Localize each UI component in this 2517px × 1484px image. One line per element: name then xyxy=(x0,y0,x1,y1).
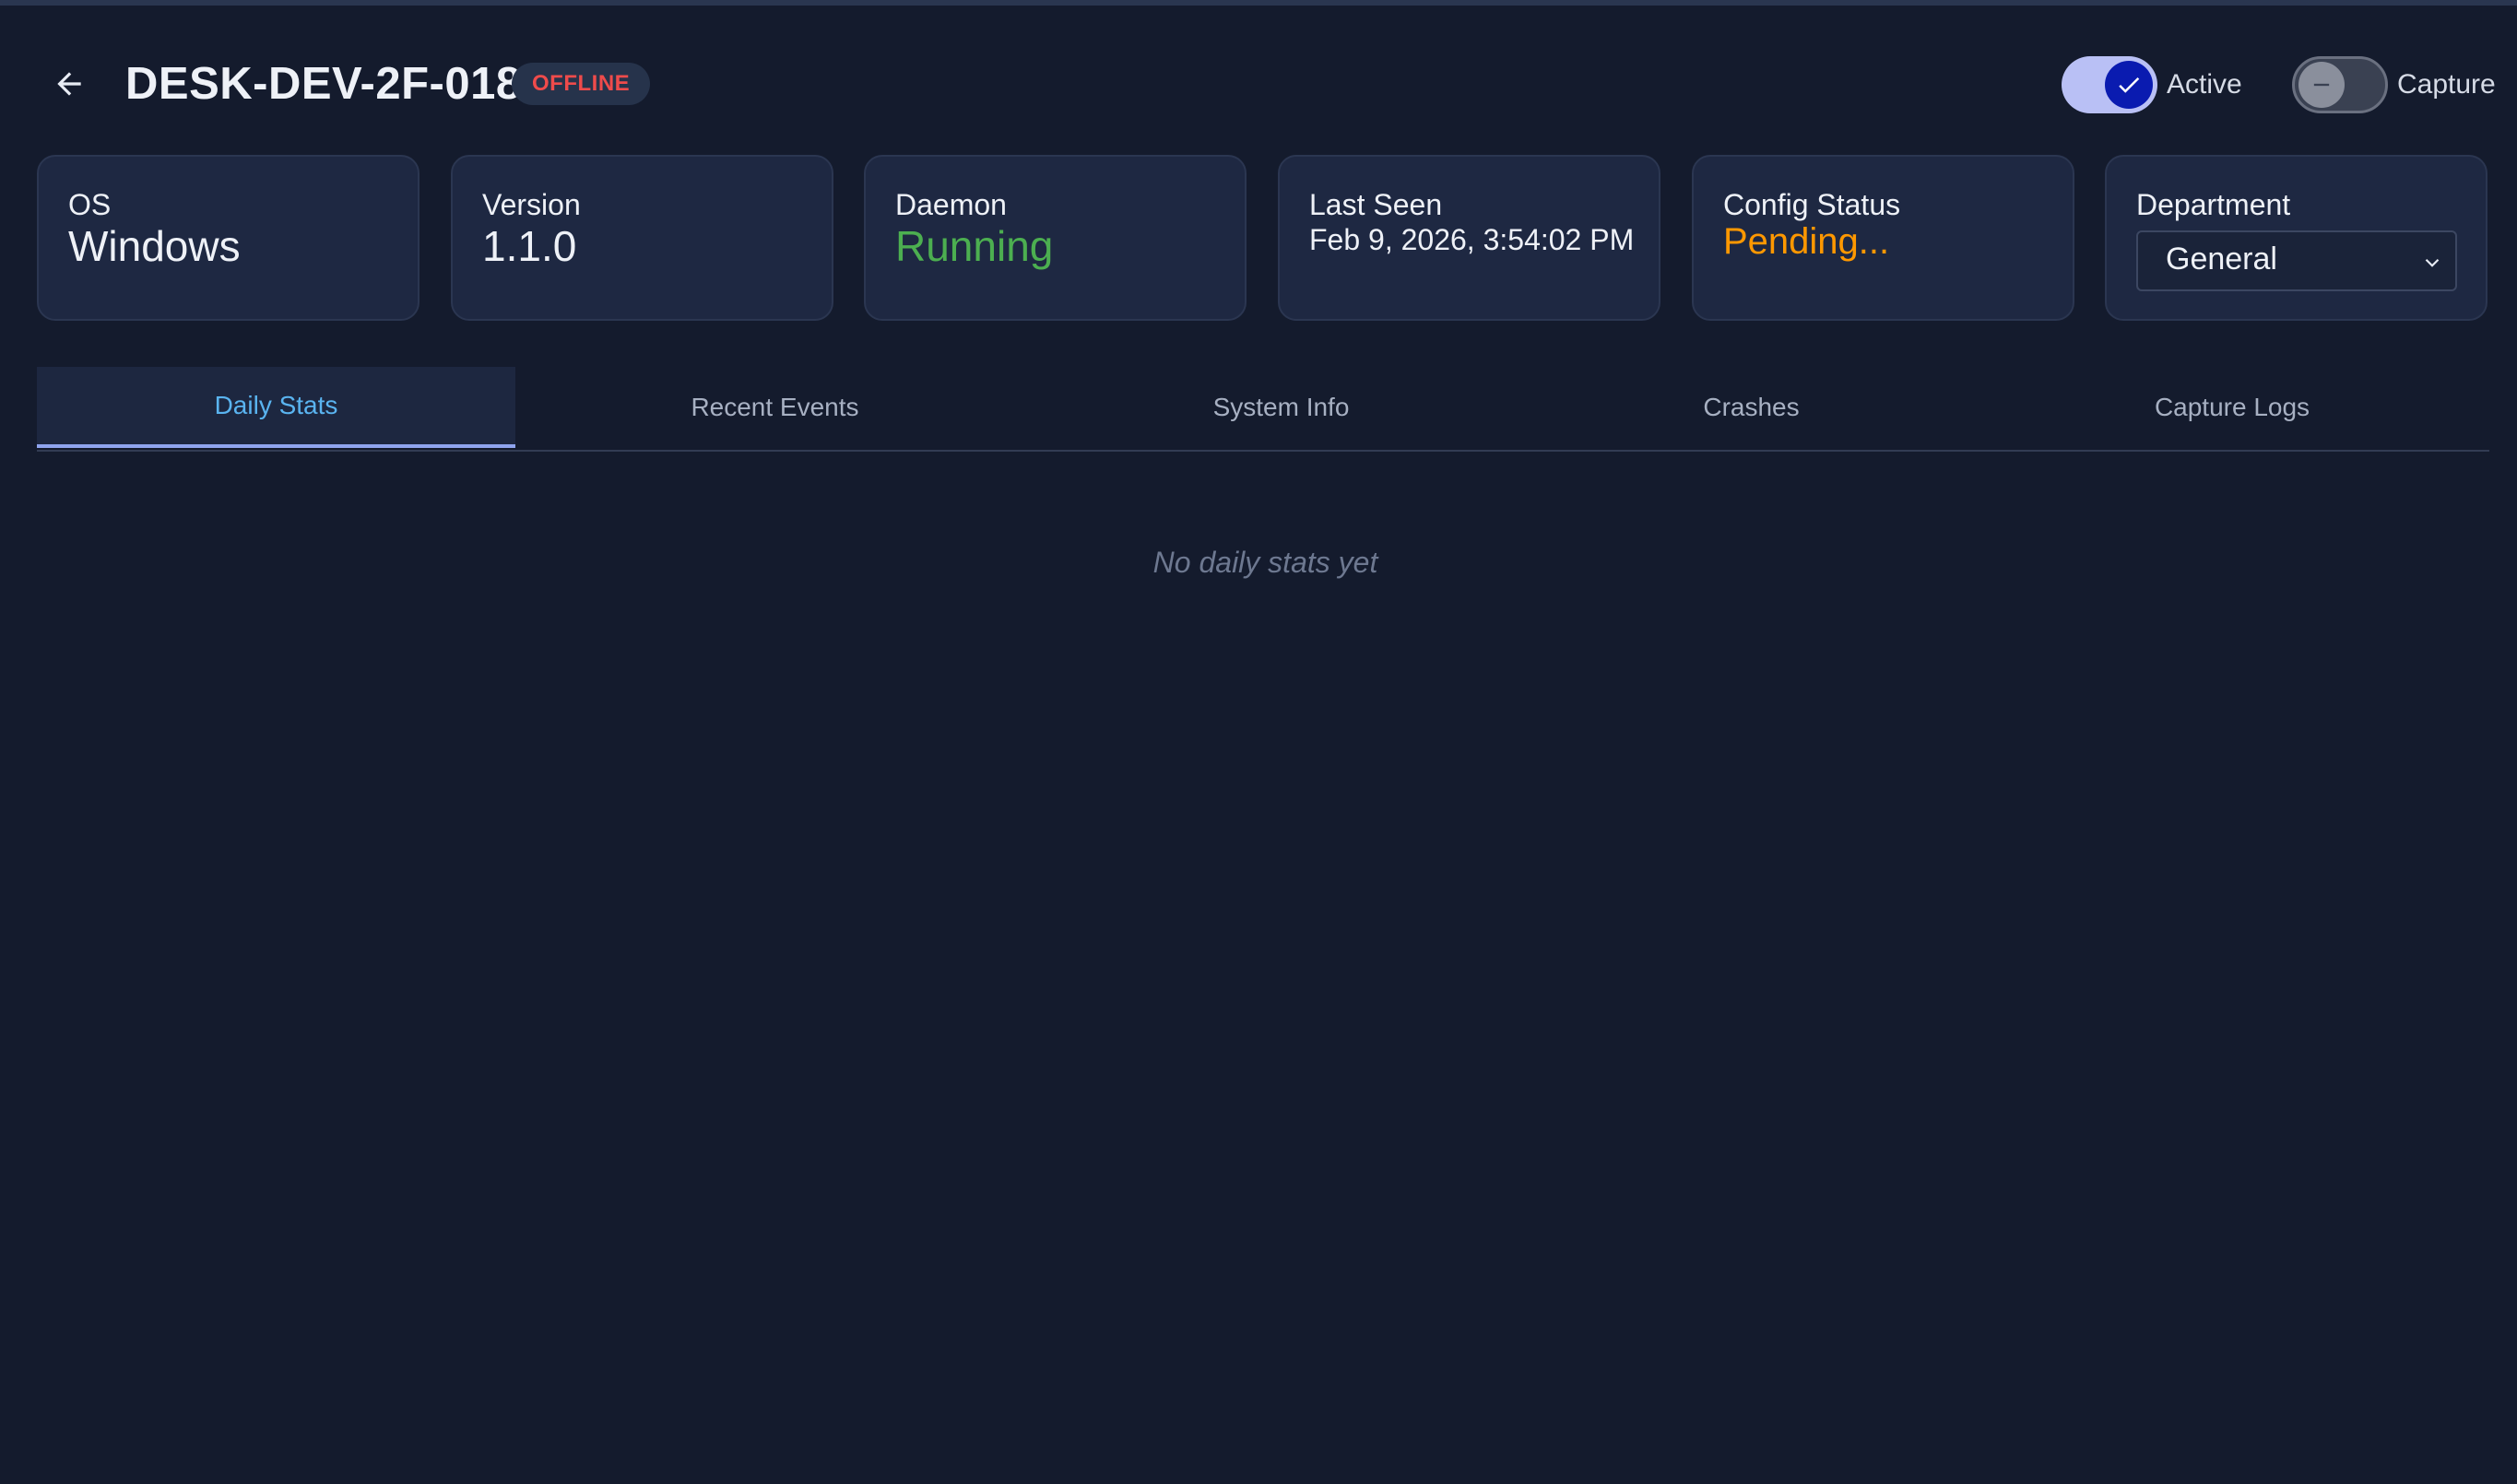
capture-toggle[interactable]: Capture xyxy=(2292,55,2496,114)
last-seen-card: Last Seen Feb 9, 2026, 3:54:02 PM xyxy=(1278,155,1660,321)
version-value: 1.1.0 xyxy=(482,222,577,270)
os-card: OS Windows xyxy=(37,155,420,321)
capture-switch[interactable] xyxy=(2292,56,2388,113)
version-label: Version xyxy=(482,188,581,221)
capture-toggle-label: Capture xyxy=(2397,69,2496,100)
active-toggle-label: Active xyxy=(2167,69,2242,100)
active-switch[interactable] xyxy=(2062,56,2157,113)
config-status-value: Pending... xyxy=(1723,221,1890,262)
department-label: Department xyxy=(2136,188,2291,221)
info-cards: OS Windows Version 1.1.0 Daemon Running … xyxy=(37,155,2489,323)
department-selected-value: General xyxy=(2166,241,2277,277)
last-seen-label: Last Seen xyxy=(1309,188,1443,221)
daemon-card: Daemon Running xyxy=(864,155,1247,321)
tab-crashes[interactable]: Crashes xyxy=(1528,367,1975,448)
chevron-down-icon xyxy=(2425,258,2440,267)
os-label: OS xyxy=(68,188,112,221)
page-title: DESK-DEV-2F-018 xyxy=(125,59,522,109)
tab-daily-stats[interactable]: Daily Stats xyxy=(37,367,515,448)
config-status-label: Config Status xyxy=(1723,188,1901,221)
arrow-left-icon xyxy=(57,72,81,96)
department-card: Department General xyxy=(2105,155,2487,321)
page-header: DESK-DEV-2F-018 OFFLINE Active Capture xyxy=(37,44,2496,124)
daemon-value: Running xyxy=(895,222,1054,270)
tab-capture-logs[interactable]: Capture Logs xyxy=(1975,367,2489,448)
daemon-label: Daemon xyxy=(895,188,1007,221)
top-border xyxy=(0,0,2517,6)
version-card: Version 1.1.0 xyxy=(451,155,833,321)
active-toggle[interactable]: Active xyxy=(2062,55,2242,114)
os-value: Windows xyxy=(68,222,241,270)
empty-state-message: No daily stats yet xyxy=(1152,546,1378,579)
tab-system-info[interactable]: System Info xyxy=(1034,367,1528,448)
check-icon xyxy=(2105,61,2153,109)
tab-recent-events[interactable]: Recent Events xyxy=(515,367,1034,448)
last-seen-value: Feb 9, 2026, 3:54:02 PM xyxy=(1309,223,1635,256)
minus-icon xyxy=(2298,62,2345,108)
tab-bar: Daily Stats Recent Events System Info Cr… xyxy=(37,367,2489,452)
status-badge: OFFLINE xyxy=(512,63,651,105)
department-select[interactable]: General xyxy=(2136,230,2457,291)
config-status-card: Config Status Pending... xyxy=(1692,155,2074,321)
back-button[interactable] xyxy=(46,61,92,107)
